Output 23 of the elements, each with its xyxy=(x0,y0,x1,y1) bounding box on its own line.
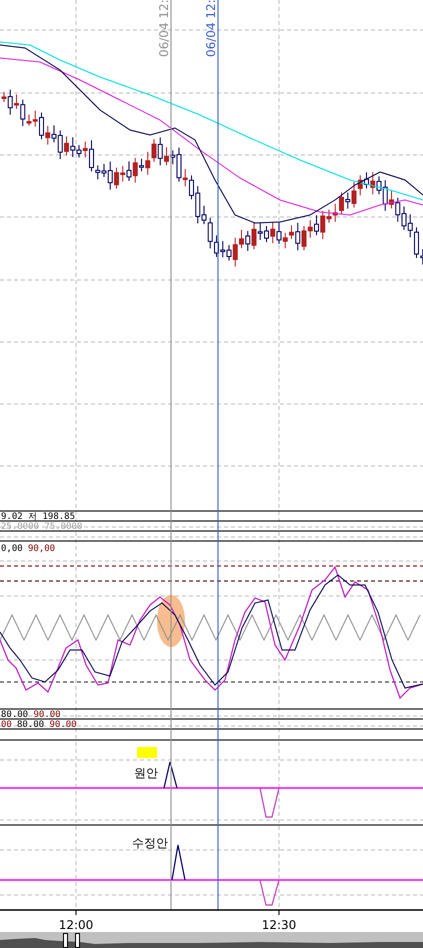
navigator-bar[interactable] xyxy=(0,932,423,948)
navigator-handle[interactable] xyxy=(75,933,80,948)
indicator-legend: 90.00 xyxy=(34,710,61,720)
indicator-legend: 25.0000 75.0000 xyxy=(1,522,82,532)
signal-dip xyxy=(259,788,280,818)
crosshair-date-label: 06/04 12: xyxy=(157,0,171,57)
signal-peak xyxy=(163,761,178,788)
signal-label: 수정안 xyxy=(132,836,168,850)
navigator-handle[interactable] xyxy=(63,933,68,948)
indicator-legend: 00 xyxy=(1,720,12,730)
indicator-legend: 90.00 xyxy=(50,720,77,730)
highlight-blob xyxy=(157,595,185,647)
indicator-legend: 90,00 xyxy=(28,544,56,554)
indicator-legend: 80.00 xyxy=(17,720,44,730)
signal-label: 원안 xyxy=(134,766,158,780)
time-axis-label: 12:00 xyxy=(58,918,94,932)
time-axis-label: 12:30 xyxy=(262,918,296,932)
signal-peak xyxy=(171,844,186,880)
indicator-legend: 9.02 저 198.85 xyxy=(1,512,76,522)
signal-dip xyxy=(259,880,280,906)
crosshair-date-label: 06/04 12: xyxy=(204,0,218,57)
indicator-legend: 80.00 xyxy=(1,710,28,720)
indicator-legend: 0,00 xyxy=(1,544,23,554)
